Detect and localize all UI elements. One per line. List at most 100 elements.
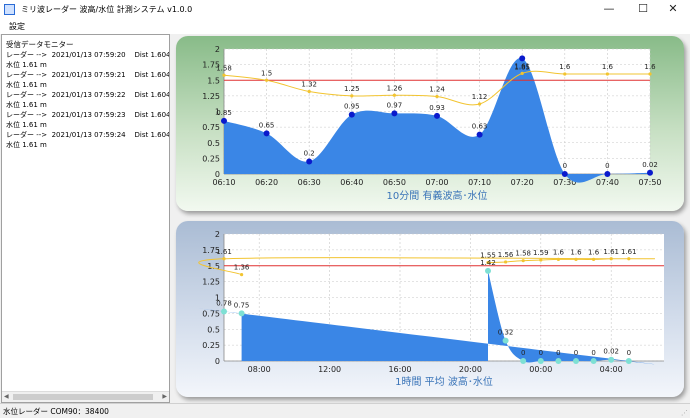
maximize-button[interactable]: ☐ [626,0,660,19]
x-tick-label: 16:00 [388,365,411,374]
wave-height-label: 0.93 [429,104,445,112]
monitor-line: レーダー --> 2021/01/13 07:59:24 Dist 1.604 … [6,131,170,139]
wave-height-point [221,117,227,124]
scroll-thumb[interactable] [13,394,153,400]
water-level-label: 1.6 [559,63,571,71]
water-level-label: 1.5 [261,69,272,77]
wave-height-label: 0 [627,349,631,357]
menu-settings[interactable]: 設定 [9,21,25,32]
wave-height-label: 0.2 [304,150,315,158]
monitor-line: 水位 1.61 m [6,81,47,89]
wave-height-label: 0 [591,349,595,357]
x-tick-label: 07:50 [638,178,661,187]
water-level-point [478,102,482,106]
wave-height-point [485,267,491,274]
water-level-point [240,273,244,277]
wave-height-point [348,111,355,118]
water-level-label: 1.58 [515,250,531,258]
y-tick-label: 0.25 [202,341,220,350]
wave-height-label: 1.85 [514,63,530,71]
x-tick-label: 07:00 [425,178,448,187]
window-title: ミリ波レーダー 波高/水位 計測システム v1.0.0 [21,5,193,14]
scroll-left-arrow-icon[interactable]: ◀ [4,392,9,402]
chart-10min: 00.250.50.7511.251.51.75206:10 06:20 06:30… [202,45,661,202]
y-tick-label: 2 [215,45,220,54]
y-tick-label: 2 [215,230,220,239]
monitor-line: レーダー --> 2021/01/13 07:59:20 Dist 1.604 … [6,51,170,59]
x-tick-label: 06:50 [383,178,406,187]
wave-height-label: 0.78 [216,299,232,307]
monitor-line: 水位 1.61 m [6,121,47,129]
water-level-point [556,257,560,261]
chart-panel-10min: 0 0.25 0.5 0.75 1 1.25 1.5 1.75 2 06:10 06:20 06:30… [176,36,684,211]
wave-height-label: 0.02 [603,348,619,356]
water-level-label: 1.58 [216,64,232,72]
y-tick-label: 1.5 [207,76,220,85]
resize-grip-icon[interactable]: ⋰ [681,409,689,417]
chart-1hour: 00.250.50.7511.251.51.75208:00 12:00 16:00… [198,230,664,388]
y-tick-label: 1.25 [202,92,220,101]
x-tick-label: 00:00 [529,365,552,374]
wave-height-point [306,158,313,165]
scroll-right-arrow-icon[interactable]: ▶ [162,392,167,402]
wave-height-label: 0 [521,349,525,357]
minimize-button[interactable]: — [592,0,626,19]
y-tick-label: 0.75 [202,309,220,318]
wave-height-label: 0 [539,349,543,357]
water-level-label: 1.6 [570,248,582,256]
water-level-point [609,257,613,261]
wave-height-label: 0.63 [472,123,488,131]
water-level-label: 1.12 [472,93,488,101]
monitor-line: 水位 1.61 m [6,141,47,149]
water-level-point [307,89,311,94]
wave-height-label: 0 [574,349,578,357]
chart-panel-1hour: 0 0.25 0.5 0.75 1 1.25 1.5 1.75 2 08:00 12:00 16:00… [176,221,684,397]
menu-bar: 設定 [0,19,690,34]
water-level-point [520,71,524,75]
water-level-label: 1.6 [602,63,614,71]
monitor-line: レーダー --> 2021/01/13 07:59:22 Dist 1.604 … [6,91,170,99]
wave-height-point [561,171,568,177]
x-tick-label: 04:00 [600,365,623,374]
y-tick-label: 0.75 [202,123,220,132]
monitor-line: 水位 1.61 m [6,101,47,109]
wave-height-point [519,55,526,62]
water-level-label: 1.61 [621,248,637,256]
wave-height-point [520,358,527,364]
wave-height-label: 0.75 [234,301,250,309]
x-tick-label: 12:00 [318,365,341,374]
x-tick-label: 06:10 [212,178,235,187]
water-level-label: 1.25 [344,85,360,93]
monitor-heading: 受信データモニター [6,40,74,49]
wave-height-label: 0 [556,349,560,357]
wave-height-label: 1.42 [480,259,496,267]
wave-height-point [263,130,270,137]
water-level-point [605,72,609,76]
monitor-line: レーダー --> 2021/01/13 07:59:21 Dist 1.604 … [6,71,170,79]
water-level-point [222,73,226,77]
app-icon [4,4,15,15]
title-bar: ミリ波レーダー 波高/水位 計測システム v1.0.0 — ☐ ✕ [0,0,690,19]
chart-title: 1時間 平均 波高･水位 [395,375,493,388]
wave-height-point [604,171,611,177]
wave-height-point [476,131,483,138]
wave-height-label: 0.02 [642,161,658,169]
x-tick-label: 07:20 [511,178,534,187]
chart-title: 10分間 有義波高･水位 [387,189,488,202]
water-level-label: 1.6 [644,63,656,71]
wave-height-label: 0 [563,162,567,170]
wave-height-label: 0.32 [498,329,514,337]
status-text: 水位レーダー COM90：38400 [3,407,109,416]
x-tick-label: 06:40 [340,178,363,187]
wave-height-point [625,358,632,364]
wave-height-point [502,337,509,344]
close-button[interactable]: ✕ [656,0,690,19]
water-level-label: 1.36 [234,264,250,272]
y-tick-label: 0 [215,357,220,366]
horizontal-scrollbar[interactable]: ◀ ▶ [2,391,169,402]
water-level-point [539,258,543,262]
water-level-point [574,257,578,261]
wave-height-label: 0.65 [259,121,275,129]
water-level-point [648,72,652,76]
receive-data-monitor[interactable]: 受信データモニター レーダー --> 2021/01/13 07:59:20 D… [1,34,170,403]
